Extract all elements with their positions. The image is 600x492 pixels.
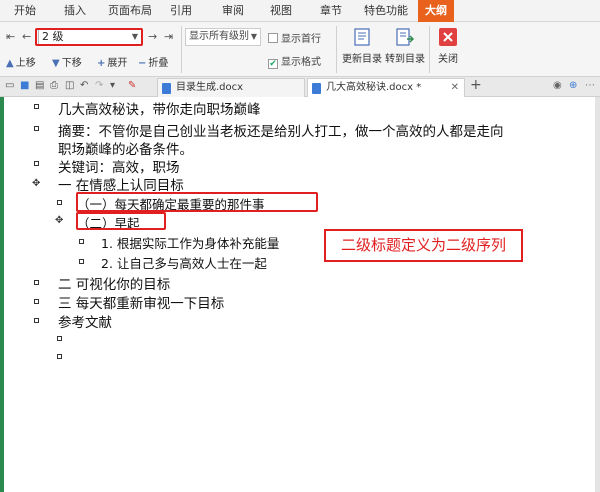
outline-bullet-icon[interactable] (57, 200, 62, 205)
close-outline-button[interactable]: 关闭 (433, 26, 463, 65)
ribbon-divider (181, 26, 182, 73)
vertical-scrollbar[interactable] (595, 97, 600, 492)
outline-bullet-icon[interactable] (79, 239, 84, 244)
abstract-line-2[interactable]: 职场巅峰的必备条件。 (58, 138, 193, 158)
ribbon-divider (429, 26, 430, 73)
outline-expand-icon[interactable]: ✥ (32, 178, 40, 189)
ribbon-divider (336, 26, 337, 73)
preview-icon[interactable]: ◫ (65, 80, 74, 91)
abstract-line-1[interactable]: 摘要：不管你是自己创业当老板还是给别人打工，做一个高效的人都是走向 (58, 120, 504, 140)
outline-bullet-icon[interactable] (79, 259, 84, 264)
goto-toc-icon (396, 28, 414, 46)
demote-icon[interactable]: → (148, 30, 157, 43)
heading3-item[interactable]: 2. 让自己多与高效人士在一起 (101, 253, 267, 272)
annotation-callout: 二级标题定义为二级序列 (324, 229, 523, 262)
arrow-up-icon: ▲ (6, 58, 14, 69)
heading3-item[interactable]: 1. 根据实际工作为身体补充能量 (101, 233, 279, 252)
document-tab-bar: ▭ ■ ▤ ⎙ ◫ ↶ ↷ ▾ ✎ 目录生成.docx 几大高效秘诀.docx … (0, 77, 600, 97)
close-icon (439, 28, 457, 46)
arrow-down-icon: ▼ (52, 58, 60, 69)
references-heading[interactable]: 参考文献 (58, 311, 112, 331)
doc-tab-secrets[interactable]: 几大高效秘诀.docx * ✕ (307, 78, 465, 97)
document-icon (162, 83, 171, 94)
tab-page-layout[interactable]: 页面布局 (100, 0, 160, 22)
collapse-button[interactable]: − 折叠 (138, 54, 168, 69)
outline-bullet-icon[interactable] (57, 336, 62, 341)
promote-to-heading1-icon[interactable]: ⇤ (6, 30, 15, 43)
doc-title[interactable]: 几大高效秘诀，带你走向职场巅峰 (58, 98, 261, 118)
tab-special[interactable]: 特色功能 (356, 0, 416, 22)
customize-icon[interactable]: ▾ (110, 80, 115, 91)
open-icon[interactable]: ▤ (35, 80, 44, 91)
new-doc-icon[interactable]: ▭ (5, 80, 14, 91)
checkmark-icon: ✔ (268, 59, 278, 69)
outline-bullet-icon[interactable] (57, 354, 62, 359)
plus-icon: + (97, 58, 106, 69)
expand-button[interactable]: + 展开 (97, 54, 127, 69)
promote-icon[interactable]: ← (22, 30, 31, 43)
cloud-icon[interactable]: ◉ (553, 80, 562, 91)
tab-review[interactable]: 审阅 (214, 0, 252, 22)
chevron-down-icon: ▼ (250, 32, 257, 41)
tab-insert[interactable]: 插入 (52, 0, 98, 22)
highlight-level-select (35, 28, 143, 46)
print-icon[interactable]: ⎙ (50, 80, 58, 91)
more-icon[interactable]: ⋯ (585, 80, 595, 91)
show-first-line-checkbox[interactable]: 显示首行 (268, 30, 321, 45)
show-level-select[interactable]: 显示所有级别 ▼ (185, 28, 261, 46)
outline-bullet-icon[interactable] (34, 104, 39, 109)
outline-bullet-icon[interactable] (34, 161, 39, 166)
tab-home[interactable]: 开始 (2, 0, 48, 22)
close-tab-icon[interactable]: ✕ (451, 79, 459, 97)
outline-bullet-icon[interactable] (34, 126, 39, 131)
heading1-item[interactable]: 三 每天都重新审视一下目标 (58, 292, 224, 312)
keywords-line[interactable]: 关键词：高效，职场 (58, 156, 180, 176)
document-icon (312, 83, 321, 94)
save-icon[interactable]: ■ (20, 80, 29, 91)
update-toc-button[interactable]: 更新目录 (340, 26, 384, 65)
show-format-checkbox[interactable]: ✔ 显示格式 (268, 53, 321, 69)
share-icon[interactable]: ⊕ (569, 80, 577, 91)
goto-toc-button[interactable]: 转到目录 (383, 26, 427, 65)
checkbox-empty-icon (268, 33, 278, 43)
heading1-item[interactable]: 二 可视化你的目标 (58, 273, 170, 293)
highlight-heading2-second (76, 212, 166, 230)
redo-icon[interactable]: ↷ (95, 80, 103, 91)
undo-icon[interactable]: ↶ (80, 80, 88, 91)
demote-to-body-icon[interactable]: ⇥ (164, 30, 173, 43)
doc-tab-toc[interactable]: 目录生成.docx (157, 78, 305, 97)
outline-bullet-icon[interactable] (34, 318, 39, 323)
new-tab-icon[interactable]: + (470, 77, 482, 93)
tab-view[interactable]: 视图 (262, 0, 300, 22)
outline-bullet-icon[interactable] (34, 280, 39, 285)
left-edge-strip (0, 97, 4, 492)
minus-icon: − (138, 58, 147, 69)
outline-expand-icon[interactable]: ✥ (55, 215, 63, 226)
format-painter-icon[interactable]: ✎ (128, 80, 136, 91)
heading1-item[interactable]: 一 在情感上认同目标 (58, 174, 184, 194)
move-down-button[interactable]: ▼ 下移 (52, 54, 82, 69)
menu-bar: 开始 插入 页面布局 引用 审阅 视图 章节 特色功能 大纲 (0, 0, 600, 22)
move-up-button[interactable]: ▲ 上移 (6, 54, 36, 69)
tab-chapter[interactable]: 章节 (312, 0, 350, 22)
highlight-heading2-first (76, 192, 318, 212)
tab-references[interactable]: 引用 (162, 0, 200, 22)
outline-bullet-icon[interactable] (34, 299, 39, 304)
tab-outline[interactable]: 大纲 (418, 0, 454, 22)
update-toc-icon (354, 28, 370, 46)
